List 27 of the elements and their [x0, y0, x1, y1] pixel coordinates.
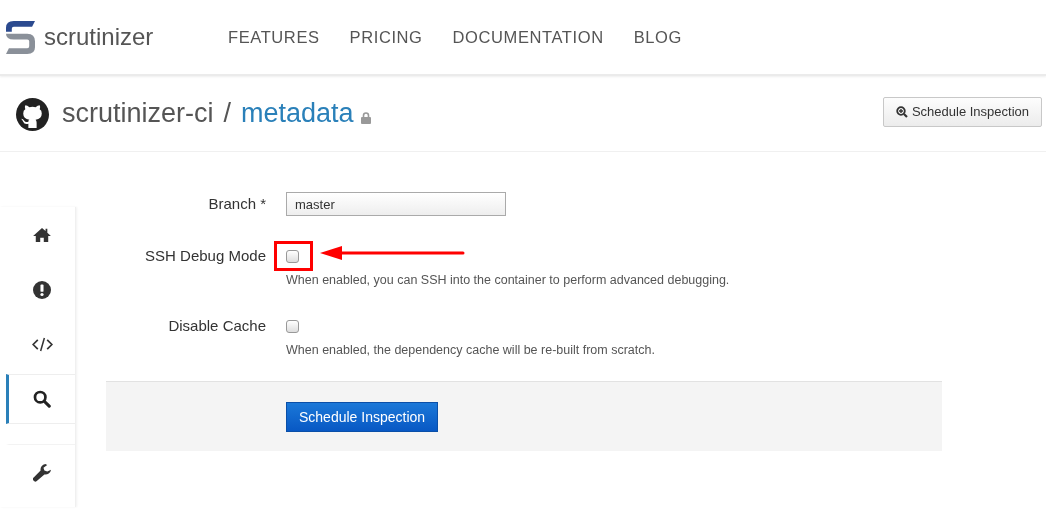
nav-link[interactable]: FEATURES [228, 27, 320, 47]
home-icon [33, 226, 51, 243]
brand-name[interactable]: scrutinizer [44, 23, 154, 51]
search-icon [33, 390, 51, 408]
option-label: Disable Cache [168, 316, 266, 336]
github-icon[interactable] [16, 98, 49, 131]
branch-input-field[interactable]: master [286, 192, 506, 216]
repo-name-link[interactable]: metadata [241, 98, 354, 129]
path-separator: / [223, 98, 232, 129]
sidebar-item[interactable] [6, 374, 75, 424]
help-text: When enabled, you can SSH into the container to perform advanced debugging. [286, 273, 730, 287]
wrench-icon [32, 462, 52, 482]
nav-link[interactable]: DOCUMENTATION [452, 27, 604, 47]
checkbox[interactable] [286, 319, 299, 333]
checkbox[interactable] [286, 249, 299, 263]
code-icon [31, 337, 53, 352]
nav-link[interactable]: BLOG [633, 27, 682, 47]
option-label: SSH Debug Mode [145, 246, 266, 266]
schedule-inspection-button[interactable]: Schedule Inspection [882, 96, 1042, 127]
repo-owner-link[interactable]: scrutinizer-ci [62, 98, 214, 129]
alert-icon [33, 280, 51, 299]
help-text: When enabled, the dependency cache will be re-built from scratch. [286, 343, 655, 357]
field-label: Branch * [208, 194, 266, 214]
zoom-in-icon [895, 105, 908, 118]
schedule-inspection-button[interactable]: Schedule Inspection [286, 401, 439, 432]
logo-icon[interactable] [6, 20, 35, 54]
nav-link[interactable]: PRICING [349, 27, 423, 47]
